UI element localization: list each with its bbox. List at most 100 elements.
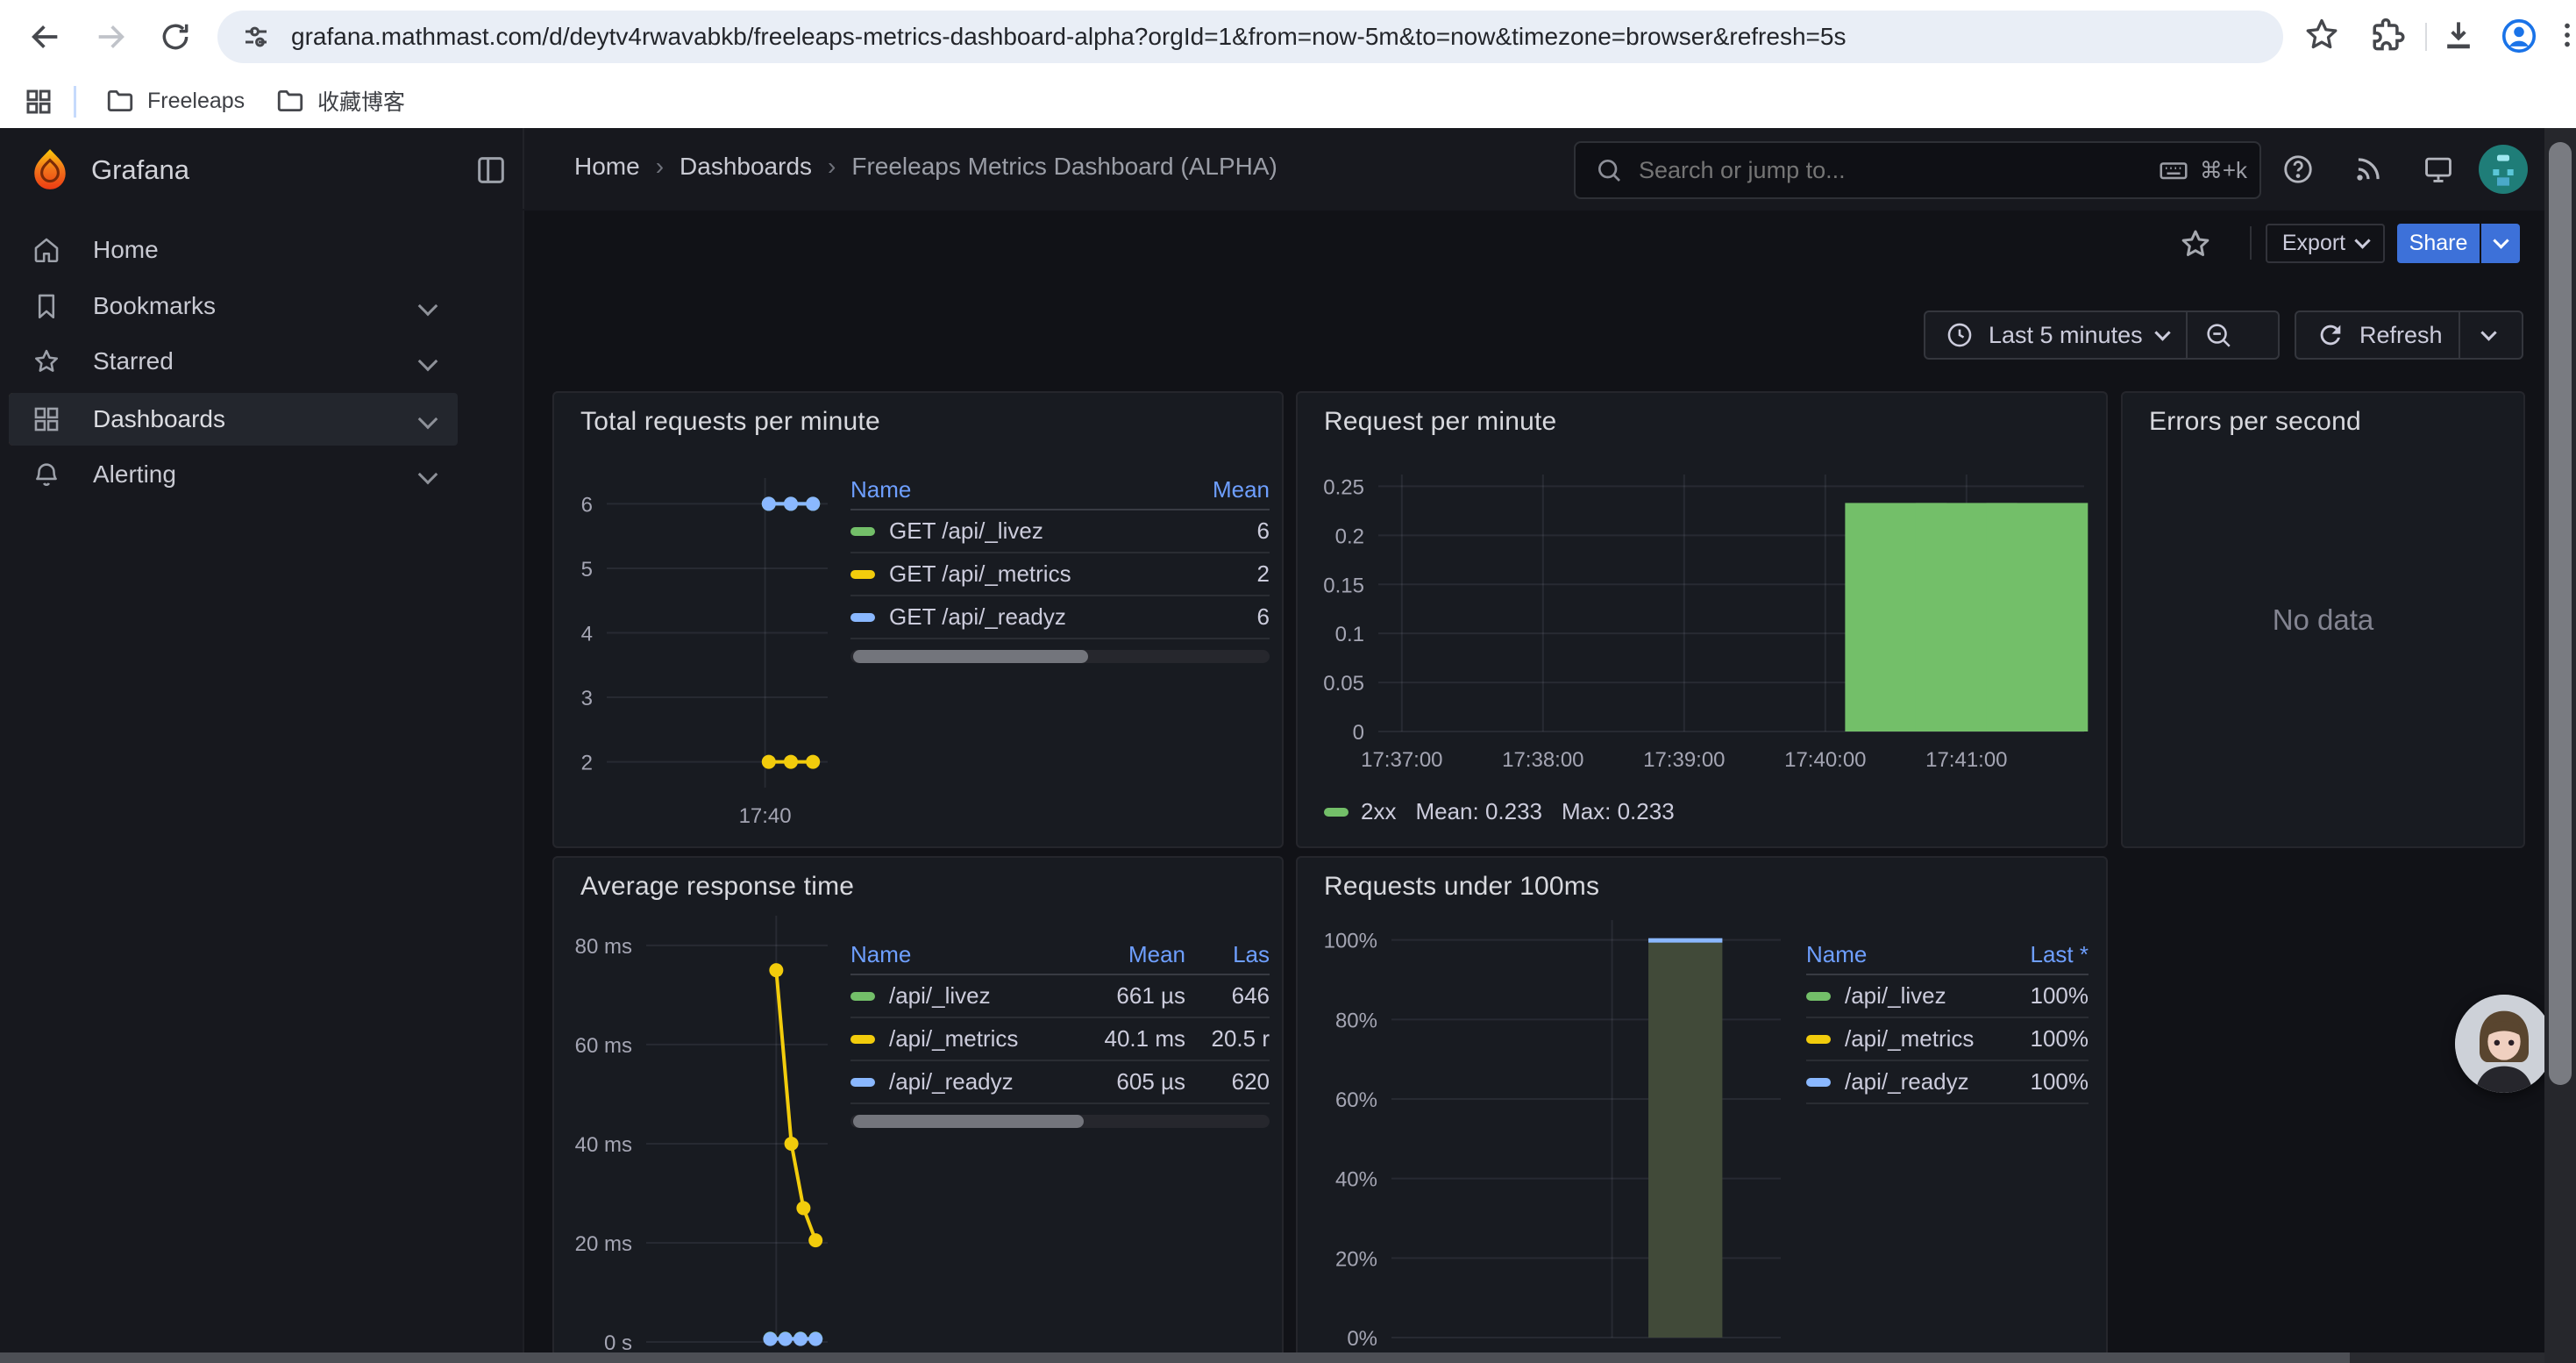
bookmark-folder-blogs[interactable]: 收藏博客: [263, 81, 417, 121]
sidebar-item-label: Starred: [93, 347, 174, 375]
sidebar-item-bookmarks[interactable]: Bookmarks: [9, 280, 458, 332]
svg-text:17:37:00: 17:37:00: [1361, 748, 1442, 772]
chevron-down-icon[interactable]: [418, 296, 438, 317]
legend-column-header[interactable]: Last *: [1983, 941, 2089, 968]
horizontal-scrollbar-thumb[interactable]: [0, 1352, 2350, 1363]
dock-sidebar-icon[interactable]: [473, 153, 509, 188]
series-swatch: [850, 613, 875, 622]
legend-column-header[interactable]: Name: [850, 476, 1164, 503]
series-swatch: [1806, 1078, 1831, 1087]
bookmarks-bar: Freeleaps 收藏博客: [0, 74, 2576, 129]
extensions-icon[interactable]: [2367, 16, 2406, 54]
breadcrumb-home[interactable]: Home: [574, 153, 640, 181]
back-icon[interactable]: [21, 12, 70, 61]
share-button[interactable]: Share: [2397, 224, 2480, 263]
breadcrumb-separator: ›: [828, 153, 836, 181]
legend-row[interactable]: /api/_readyz100%: [1806, 1061, 2089, 1104]
svg-text:60%: 60%: [1335, 1088, 1377, 1112]
export-label: Export: [2282, 231, 2345, 256]
display-icon[interactable]: [2422, 153, 2455, 186]
profile-icon[interactable]: [2499, 16, 2539, 56]
no-data-message: No data: [2123, 393, 2523, 846]
search-input[interactable]: [1637, 156, 2096, 185]
search-box[interactable]: ⌘+k: [1574, 141, 2261, 199]
series-name: GET /api/_metrics: [889, 560, 1164, 588]
series-swatch: [850, 1035, 875, 1044]
legend-row[interactable]: /api/_metrics100%: [1806, 1018, 2089, 1061]
legend-row[interactable]: /api/_readyz605 µs620: [850, 1061, 1270, 1104]
chevron-down-icon[interactable]: [418, 352, 438, 372]
series-name: /api/_readyz: [889, 1068, 1054, 1095]
site-settings-icon[interactable]: [240, 21, 272, 53]
url-bar[interactable]: [217, 11, 2283, 63]
help-icon[interactable]: [2281, 153, 2315, 186]
legend-column-header[interactable]: Las: [1185, 941, 1270, 968]
bar-chart[interactable]: 00.050.10.150.20.2517:37:0017:38:0017:39…: [1298, 393, 2106, 846]
time-range-picker[interactable]: Last 5 minutes: [1925, 312, 2186, 358]
svg-text:0.1: 0.1: [1335, 623, 1364, 646]
grafana-logo[interactable]: [28, 147, 72, 191]
legend-column-header[interactable]: Name: [1806, 941, 1983, 968]
star-icon: [32, 346, 61, 376]
bookmarks-divider: [74, 86, 76, 118]
chevron-down-icon[interactable]: [418, 465, 438, 485]
favorite-dashboard-icon[interactable]: [2178, 226, 2213, 261]
refresh-group: Refresh: [2295, 310, 2523, 360]
legend-row[interactable]: /api/_livez100%: [1806, 975, 2089, 1018]
refresh-button[interactable]: Refresh: [2296, 312, 2459, 358]
panel-legend-inline: 2xx Mean: 0.233 Max: 0.233: [1324, 798, 1675, 825]
sidebar: Home Bookmarks Starred Dashboards Alerti…: [0, 211, 524, 1363]
vertical-scrollbar-thumb[interactable]: [2549, 142, 2572, 1085]
legend-row[interactable]: /api/_livez661 µs646: [850, 975, 1270, 1018]
sidebar-item-starred[interactable]: Starred: [9, 335, 458, 388]
series-name: /api/_livez: [1845, 982, 1983, 1010]
legend-mean: Mean: 0.233: [1415, 798, 1542, 825]
floating-avatar[interactable]: [2455, 995, 2553, 1093]
svg-text:4: 4: [581, 623, 593, 646]
sidebar-item-home[interactable]: Home: [9, 224, 458, 276]
share-menu-button[interactable]: [2481, 224, 2520, 263]
svg-text:0.2: 0.2: [1335, 525, 1364, 548]
legend-row[interactable]: GET /api/_readyz6: [850, 596, 1270, 639]
breadcrumb-separator: ›: [656, 153, 664, 181]
brand-block: Grafana: [0, 128, 524, 209]
legend-row[interactable]: /api/_metrics40.1 ms20.5 r: [850, 1018, 1270, 1061]
breadcrumb: Home › Dashboards › Freeleaps Metrics Da…: [574, 153, 1277, 181]
legend-scrollbar[interactable]: [850, 1115, 1270, 1128]
reload-icon[interactable]: [151, 12, 200, 61]
forward-icon[interactable]: [86, 12, 135, 61]
legend-column-header[interactable]: Mean: [1164, 476, 1270, 503]
series-value: 646: [1185, 982, 1270, 1010]
legend-item-2xx[interactable]: 2xx: [1324, 798, 1396, 825]
legend-scrollbar[interactable]: [850, 650, 1270, 663]
series-name: /api/_metrics: [889, 1025, 1054, 1053]
user-avatar[interactable]: [2479, 145, 2528, 194]
bar-chart[interactable]: 0%20%40%60%80%100%17:40: [1298, 858, 2106, 1363]
export-button[interactable]: Export: [2266, 224, 2385, 263]
refresh-interval-button[interactable]: [2460, 312, 2518, 358]
bookmark-page-icon[interactable]: [2302, 16, 2341, 54]
legend-column-header[interactable]: Mean: [1054, 941, 1185, 968]
browser-toolbar: [0, 0, 2576, 74]
search-icon: [1595, 156, 1623, 184]
url-input[interactable]: [289, 22, 2195, 52]
toolbar-divider: [2425, 23, 2427, 51]
downloads-icon[interactable]: [2439, 16, 2478, 54]
grafana-header: Grafana Home › Dashboards › Freeleaps Me…: [0, 128, 2576, 212]
bookmark-folder-freeleaps[interactable]: Freeleaps: [93, 81, 257, 121]
legend-column-header[interactable]: Name: [850, 941, 1054, 968]
sidebar-item-alerting[interactable]: Alerting: [9, 448, 458, 501]
legend-scrollbar-thumb[interactable]: [853, 650, 1088, 663]
browser-menu-icon[interactable]: [2551, 19, 2576, 51]
sidebar-item-dashboards[interactable]: Dashboards: [9, 393, 458, 446]
news-rss-icon[interactable]: [2352, 153, 2385, 186]
legend-row[interactable]: GET /api/_livez6: [850, 510, 1270, 553]
legend-header: NameMeanLas: [850, 935, 1270, 975]
apps-grid-icon[interactable]: [23, 86, 54, 118]
breadcrumb-dashboards[interactable]: Dashboards: [680, 153, 812, 181]
time-range-group: Last 5 minutes: [1924, 310, 2280, 360]
zoom-out-time-button[interactable]: [2188, 312, 2249, 358]
legend-row[interactable]: GET /api/_metrics2: [850, 553, 1270, 596]
legend-scrollbar-thumb[interactable]: [853, 1115, 1084, 1128]
chevron-down-icon[interactable]: [418, 410, 438, 430]
